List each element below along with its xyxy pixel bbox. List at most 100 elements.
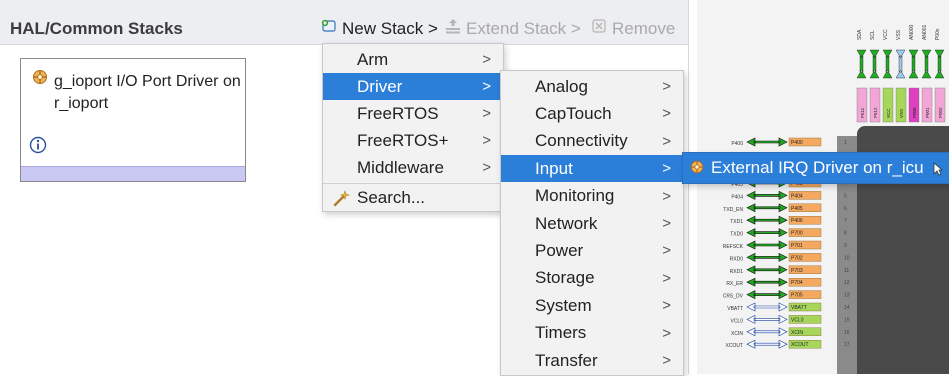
pin-number: 5 [844,193,847,199]
menu-item-search[interactable]: Search... [323,184,503,211]
menu-item-arm[interactable]: Arm > [323,46,503,73]
left-pin-label: RXD1 [730,269,744,275]
new-stack-menu: Arm > Driver > FreeRTOS > FreeRTOS+ > Mi… [322,43,504,212]
left-pin-arrow [746,290,788,300]
extend-stack-icon [444,17,462,40]
left-pin-arrow [746,327,788,337]
chevron-right-icon: > [482,51,491,68]
chevron-right-icon: > [482,159,491,176]
top-pin-group: SDA P511 SCL P512 VCC VCC VSS VSS AN000 P000 AN001… [856,24,946,123]
stack-card-title: g_ioport I/O Port Driver on r_ioport [54,73,241,112]
info-icon[interactable] [29,136,47,159]
top-pin-box-label: P512 [873,107,878,118]
top-pin-label: P00x [935,28,941,40]
menu-item-external-irq-driver[interactable]: External IRQ Driver on r_icu [683,154,949,181]
chevron-right-icon: > [662,215,671,232]
top-pin-arrow [895,49,906,79]
driver-submenu: Analog > CapTouch > Connectivity > Input > Monit… [500,70,684,376]
pin-number: 1 [844,140,847,146]
pin-number: 9 [844,243,847,249]
left-pin-label: TXD_EN [723,207,743,213]
module-icon [31,68,49,91]
pin-number: 8 [844,231,847,237]
menu-item-storage[interactable]: Storage > [501,265,683,292]
top-pin-box-label: VCC [886,108,891,118]
menu-item-middleware[interactable]: Middleware > [323,154,503,181]
left-pin-label: RXD0 [730,256,744,262]
chevron-right-icon: > [482,78,491,95]
top-pin-arrow [934,49,945,79]
top-pin-box-label: P511 [860,107,865,118]
stack-card-ioport[interactable]: g_ioport I/O Port Driver on r_ioport [20,58,246,182]
pin-number: 17 [844,342,850,348]
panel-title: HAL/Common Stacks [10,19,183,38]
left-pin-box-label: P406 [791,218,803,224]
menu-item-connectivity[interactable]: Connectivity > [501,128,683,155]
chevron-right-icon: > [662,297,671,315]
top-pin-arrow [908,49,919,79]
menu-item-freertos-plus[interactable]: FreeRTOS+ > [323,127,503,154]
panel-header: HAL/Common Stacks New Stack > Extend Sta… [0,0,688,45]
left-pin-label: P404 [731,194,743,200]
menu-item-monitoring[interactable]: Monitoring > [501,183,683,210]
top-pin-box-label: VSS [899,109,904,118]
chevron-right-icon: > [482,105,491,122]
left-pin-box-label: VBATT [791,305,807,311]
left-pin-box-label: P704 [791,280,803,286]
top-pin-box-label: P002 [938,107,943,118]
top-pin-arrow [882,49,893,79]
top-pin-label: SCL [870,30,876,40]
left-pin-label: RX_ER [726,281,743,287]
extend-stack-label: Extend Stack > [466,18,581,38]
new-stack-button[interactable]: New Stack > [320,17,438,40]
left-pin-arrow [746,252,788,262]
left-pin-box-label: P702 [791,255,803,261]
top-pin-arrow [869,49,880,79]
left-pin-label: XCIN [731,331,743,337]
remove-button[interactable]: Remove [590,17,675,40]
left-pin-box-label: P705 [791,293,803,299]
top-pin-label: AN000 [909,24,915,40]
chevron-right-icon: > [662,269,671,287]
menu-item-network[interactable]: Network > [501,210,683,237]
chevron-right-icon: > [662,242,671,260]
left-pin-label: XCOUT [726,343,744,349]
left-pin-label: REFSCK [723,244,744,250]
menu-item-input[interactable]: Input > [501,155,683,183]
pin-number: 12 [844,280,850,286]
pin-number: 11 [844,268,849,274]
chevron-right-icon: > [662,160,671,178]
chevron-right-icon: > [662,105,671,123]
new-stack-icon [320,17,338,40]
new-stack-label: New Stack > [342,18,438,38]
left-pin-box-label: P701 [791,243,803,249]
left-pin-arrow [746,190,788,200]
pin-number: 10 [844,255,850,261]
menu-item-analog[interactable]: Analog > [501,73,683,100]
menu-item-freertos[interactable]: FreeRTOS > [323,100,503,127]
extend-stack-button[interactable]: Extend Stack > [444,17,581,40]
pin-number: 14 [844,305,850,311]
left-pin-arrow [746,137,788,147]
top-pin-label: SDA [857,29,863,40]
chevron-right-icon: > [482,132,491,149]
top-pin-arrow [856,49,867,79]
left-pin-label: VBATT [727,306,743,312]
left-pin-box-label: P405 [791,206,803,212]
menu-item-captouch[interactable]: CapTouch > [501,100,683,127]
module-icon [689,159,705,180]
pin-diagram: SDA P511 SCL P512 VCC VCC VSS VSS AN000 P000 AN001… [697,0,949,374]
left-pin-arrow [746,265,788,275]
chevron-right-icon: > [662,324,671,342]
menu-item-power[interactable]: Power > [501,237,683,264]
pin-number: 6 [844,206,847,212]
menu-item-timers[interactable]: Timers > [501,320,683,347]
left-pin-box-label: XCIN [791,330,803,336]
left-pin-label: TXD1 [730,219,743,225]
chevron-right-icon: > [662,132,671,150]
menu-item-driver[interactable]: Driver > [323,73,503,100]
left-pin-box-label: VCL0 [791,317,804,323]
menu-item-transfer[interactable]: Transfer > [501,347,683,374]
input-submenu: External IRQ Driver on r_icu [682,152,949,184]
menu-item-system[interactable]: System > [501,292,683,319]
